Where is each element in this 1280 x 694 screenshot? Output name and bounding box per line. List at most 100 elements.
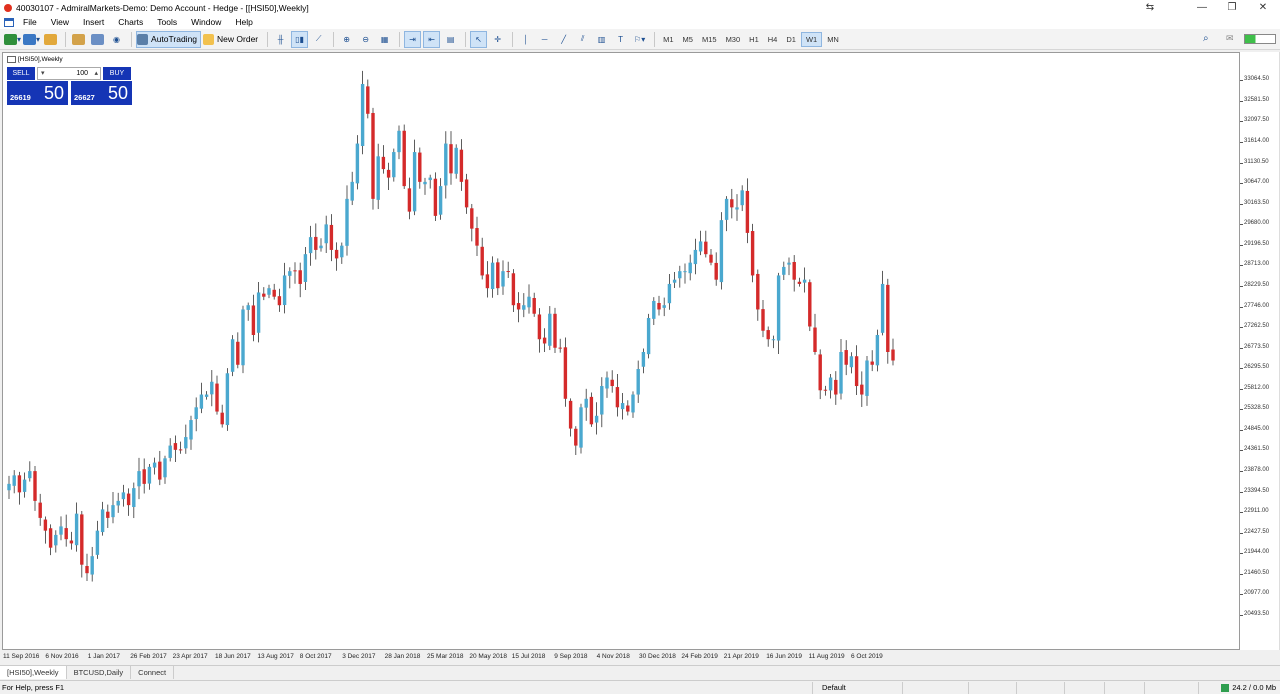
- time-axis-label: 13 Aug 2017: [257, 653, 294, 660]
- candle-bullish: [688, 262, 692, 274]
- menu-bar: File View Insert Charts Tools Window Hel…: [0, 15, 1280, 29]
- tab-btcusd-daily[interactable]: BTCUSD,Daily: [67, 666, 132, 679]
- candle-bearish: [329, 224, 334, 250]
- trendline-icon[interactable]: ╱: [555, 31, 572, 48]
- price-axis-label: 26773.50: [1244, 343, 1270, 350]
- menu-help[interactable]: Help: [228, 15, 259, 29]
- candle-bearish: [158, 461, 162, 480]
- candle-bearish: [553, 313, 557, 348]
- text-icon[interactable]: T: [612, 31, 629, 48]
- menu-charts[interactable]: Charts: [111, 15, 150, 29]
- candlestick-icon[interactable]: ▯▮: [291, 30, 309, 48]
- tile-windows-icon[interactable]: ▦: [376, 31, 393, 48]
- candle-bullish: [880, 283, 885, 333]
- lot-down-icon[interactable]: ▾: [41, 68, 45, 79]
- fibonacci-icon[interactable]: ▥: [593, 31, 610, 48]
- crosshair-icon[interactable]: ✛: [489, 31, 506, 48]
- candle-bearish: [366, 86, 370, 114]
- bar-chart-icon[interactable]: ╫: [272, 31, 289, 48]
- timeframe-m1[interactable]: M1: [659, 32, 677, 47]
- lot-size-field[interactable]: ▾ 100 ▴: [37, 67, 101, 80]
- equidistant-channel-icon[interactable]: ⫽: [574, 31, 591, 48]
- line-chart-icon[interactable]: ⟋: [310, 31, 327, 48]
- timeframe-m5[interactable]: M5: [679, 32, 697, 47]
- timeframe-m30[interactable]: M30: [722, 32, 745, 47]
- restore-layout-icon[interactable]: ⇆: [1136, 0, 1164, 15]
- candle-bullish: [828, 377, 833, 391]
- candle-bullish: [246, 305, 250, 310]
- candle-bullish: [802, 279, 807, 283]
- maximize-button[interactable]: ❐: [1218, 0, 1246, 15]
- sell-price-prefix: 26619: [10, 93, 31, 102]
- menu-insert[interactable]: Insert: [76, 15, 111, 29]
- timeframe-h4[interactable]: H4: [764, 32, 782, 47]
- candle-bullish: [594, 415, 599, 423]
- close-button[interactable]: ✕: [1249, 0, 1277, 15]
- timeframe-h1[interactable]: H1: [745, 32, 763, 47]
- candle-bearish: [756, 273, 760, 310]
- candle-bullish: [324, 224, 328, 244]
- candle-bearish: [480, 246, 484, 276]
- market-watch-icon[interactable]: [42, 31, 59, 48]
- zoom-out-icon[interactable]: ⊖: [357, 31, 374, 48]
- document-icon[interactable]: [4, 17, 14, 27]
- tab-hsi50-weekly[interactable]: [HSI50],Weekly: [0, 666, 67, 679]
- menu-file[interactable]: File: [16, 15, 44, 29]
- candle-bearish: [792, 261, 796, 280]
- connection-status[interactable]: 24.2 / 0.0 Mb: [1221, 683, 1276, 693]
- horizontal-line-icon[interactable]: ─: [536, 31, 553, 48]
- profiles-icon[interactable]: ▾: [23, 31, 40, 48]
- navigator-icon[interactable]: [70, 31, 87, 48]
- candle-bearish: [511, 273, 516, 306]
- candle-bearish: [516, 303, 521, 310]
- timeframe-m15[interactable]: M15: [698, 32, 721, 47]
- signals-icon[interactable]: ◉: [108, 31, 125, 48]
- price-axis-tick: [1240, 429, 1243, 431]
- menu-window[interactable]: Window: [184, 15, 228, 29]
- cursor-icon[interactable]: ↖: [470, 30, 488, 48]
- price-axis-tick: [1240, 573, 1243, 575]
- new-order-button[interactable]: New Order: [203, 31, 261, 48]
- chart-shift-icon[interactable]: ⇤: [423, 30, 441, 48]
- zoom-in-icon[interactable]: ⊕: [338, 31, 355, 48]
- price-axis-label: 24361.50: [1244, 446, 1270, 453]
- vertical-line-icon[interactable]: │: [517, 31, 534, 48]
- cpu-meter-icon: [1244, 34, 1276, 44]
- buy-button[interactable]: BUY: [103, 67, 131, 80]
- sell-button[interactable]: SELL: [7, 67, 35, 80]
- price-axis-tick: [1240, 306, 1243, 308]
- tab-connect[interactable]: Connect: [131, 666, 175, 679]
- minimize-button[interactable]: —: [1188, 0, 1216, 15]
- timeframe-w1[interactable]: W1: [800, 31, 823, 47]
- candle-bullish: [698, 241, 703, 252]
- price-axis-tick: [1240, 471, 1243, 473]
- time-axis-label: 6 Nov 2016: [45, 653, 79, 660]
- window-title: 40030107 - AdmiralMarkets-Demo: Demo Acc…: [16, 2, 309, 13]
- auto-scroll-icon[interactable]: ⇥: [404, 30, 422, 48]
- chat-icon[interactable]: ✉: [1226, 33, 1234, 44]
- terminal-icon[interactable]: [89, 31, 106, 48]
- chart-window[interactable]: [HSI50],Weekly SELL ▾ 100 ▴ BUY 26619 50…: [2, 52, 1240, 650]
- lot-up-icon[interactable]: ▴: [94, 68, 98, 79]
- time-axis-label: 11 Aug 2019: [808, 653, 845, 660]
- autotrading-button[interactable]: AutoTrading: [136, 30, 202, 48]
- candle-bearish: [532, 297, 536, 314]
- candle-bearish: [334, 249, 339, 259]
- status-profile[interactable]: Default: [822, 683, 846, 692]
- new-chart-icon[interactable]: ▾: [4, 31, 21, 48]
- indicators-icon[interactable]: ▤: [442, 31, 459, 48]
- price-axis[interactable]: 33064.50 32581.50 32097.50 31614.00 31130.50…: [1240, 52, 1280, 650]
- price-axis-tick: [1240, 388, 1243, 390]
- candle-bullish: [412, 152, 417, 212]
- search-icon[interactable]: ⌕: [1203, 33, 1209, 44]
- menu-view[interactable]: View: [44, 15, 76, 29]
- timeframe-d1[interactable]: D1: [782, 32, 800, 47]
- sell-price-box[interactable]: 26619 50: [7, 81, 68, 105]
- price-axis-tick: [1240, 121, 1243, 123]
- timeframe-mn[interactable]: MN: [823, 32, 843, 47]
- buy-price-box[interactable]: 26627 50: [71, 81, 132, 105]
- candle-bullish: [256, 292, 261, 333]
- candle-bearish: [173, 443, 178, 450]
- shapes-icon[interactable]: ⚐▾: [631, 31, 648, 48]
- menu-tools[interactable]: Tools: [150, 15, 184, 29]
